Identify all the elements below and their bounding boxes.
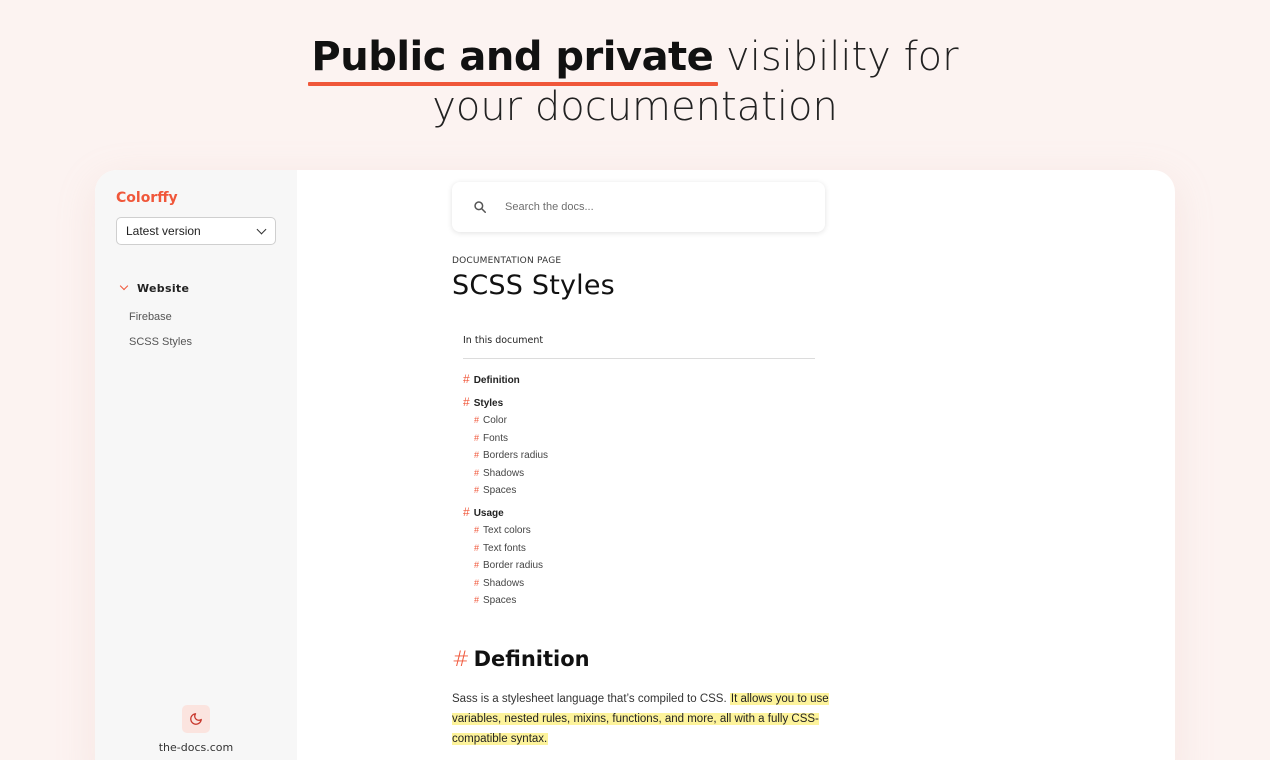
paragraph-text: Sass is a stylesheet language that’s com…	[452, 693, 727, 705]
hash-icon: #	[474, 468, 480, 478]
toc-item-label: Shadows	[483, 578, 525, 589]
toc-item-label: Usage	[473, 508, 504, 519]
toc-item-shadows[interactable]: # Shadows	[474, 468, 524, 479]
sidebar-item-scss-styles[interactable]: SCSS Styles	[129, 336, 192, 348]
search-icon	[474, 201, 487, 214]
toc-item-definition[interactable]: # Definition	[463, 372, 520, 386]
headline-line-2: your documentation	[432, 84, 838, 130]
moon-icon	[190, 713, 202, 725]
toc-item-label: Text colors	[483, 525, 531, 536]
page-kicker: DOCUMENTATION PAGE	[452, 256, 562, 266]
version-select-value: Latest version	[126, 224, 201, 238]
toc-item-styles[interactable]: # Styles	[463, 395, 503, 409]
toc-item-label: Spaces	[483, 595, 517, 606]
toc-item-color[interactable]: # Color	[474, 415, 507, 426]
toc-item-label: Spaces	[483, 485, 517, 496]
hash-icon: #	[474, 525, 480, 535]
toc-item-label: Color	[483, 415, 507, 426]
toc-item-spaces[interactable]: # Spaces	[474, 485, 516, 496]
hash-icon: #	[474, 560, 480, 570]
definition-paragraph: Sass is a stylesheet language that’s com…	[452, 690, 832, 749]
hash-icon: #	[474, 578, 480, 588]
toc-item-label: Fonts	[483, 433, 509, 444]
sidebar-item-firebase[interactable]: Firebase	[129, 311, 172, 323]
theme-toggle-button[interactable]	[182, 705, 210, 733]
table-of-contents: In this document # Definition # Styles # Co…	[463, 335, 815, 606]
chevron-down-icon	[256, 224, 267, 235]
toc-item-text-colors[interactable]: # Text colors	[474, 525, 531, 536]
hash-icon: #	[463, 372, 470, 386]
hash-icon: #	[474, 433, 480, 443]
toc-item-label: Definition	[473, 375, 520, 386]
version-select[interactable]: Latest version	[116, 217, 276, 245]
hash-icon: #	[463, 505, 470, 519]
toc-heading: In this document	[463, 335, 815, 359]
chevron-down-icon	[119, 281, 129, 291]
hash-icon: #	[463, 395, 470, 409]
hash-icon: #	[474, 595, 480, 605]
sidebar: Colorffy Latest version Website Firebase…	[95, 170, 297, 760]
site-url[interactable]: the-docs.com	[95, 741, 297, 754]
headline: Public and private visibility for your d…	[0, 30, 1270, 130]
docs-app-window: Colorffy Latest version Website Firebase…	[95, 170, 1175, 760]
section-hash-icon[interactable]: #	[452, 647, 470, 671]
hash-icon: #	[474, 485, 480, 495]
sidebar-group-label: Website	[137, 282, 190, 295]
page-title: SCSS Styles	[452, 270, 615, 301]
hash-icon: #	[474, 543, 480, 553]
toc-item-label: Borders radius	[483, 450, 549, 461]
toc-item-border-radius[interactable]: # Border radius	[474, 560, 543, 571]
toc-item-text-fonts[interactable]: # Text fonts	[474, 543, 526, 554]
toc-item-fonts[interactable]: # Fonts	[474, 433, 508, 444]
toc-item-label: Shadows	[483, 468, 525, 479]
headline-line-1: Public and private visibility for	[0, 30, 1270, 86]
search-box[interactable]	[452, 182, 825, 232]
toc-item-usage[interactable]: # Usage	[463, 505, 504, 519]
sidebar-group-website[interactable]: Website	[119, 281, 190, 295]
search-input[interactable]	[505, 198, 805, 216]
headline-rest: visibility for	[726, 34, 959, 80]
toc-item-borders-radius[interactable]: # Borders radius	[474, 450, 548, 461]
headline-emphasis: Public and private	[308, 30, 719, 86]
hash-icon: #	[474, 415, 480, 425]
section-heading-definition: # Definition	[452, 647, 590, 671]
toc-item-label: Text fonts	[483, 543, 526, 554]
brand-logo[interactable]: Colorffy	[116, 190, 178, 206]
toc-item-label: Border radius	[483, 560, 544, 571]
hash-icon: #	[474, 450, 480, 460]
section-heading-text: Definition	[473, 647, 590, 671]
toc-item-spaces-usage[interactable]: # Spaces	[474, 595, 516, 606]
toc-item-label: Styles	[473, 398, 504, 409]
toc-item-shadows-usage[interactable]: # Shadows	[474, 578, 524, 589]
